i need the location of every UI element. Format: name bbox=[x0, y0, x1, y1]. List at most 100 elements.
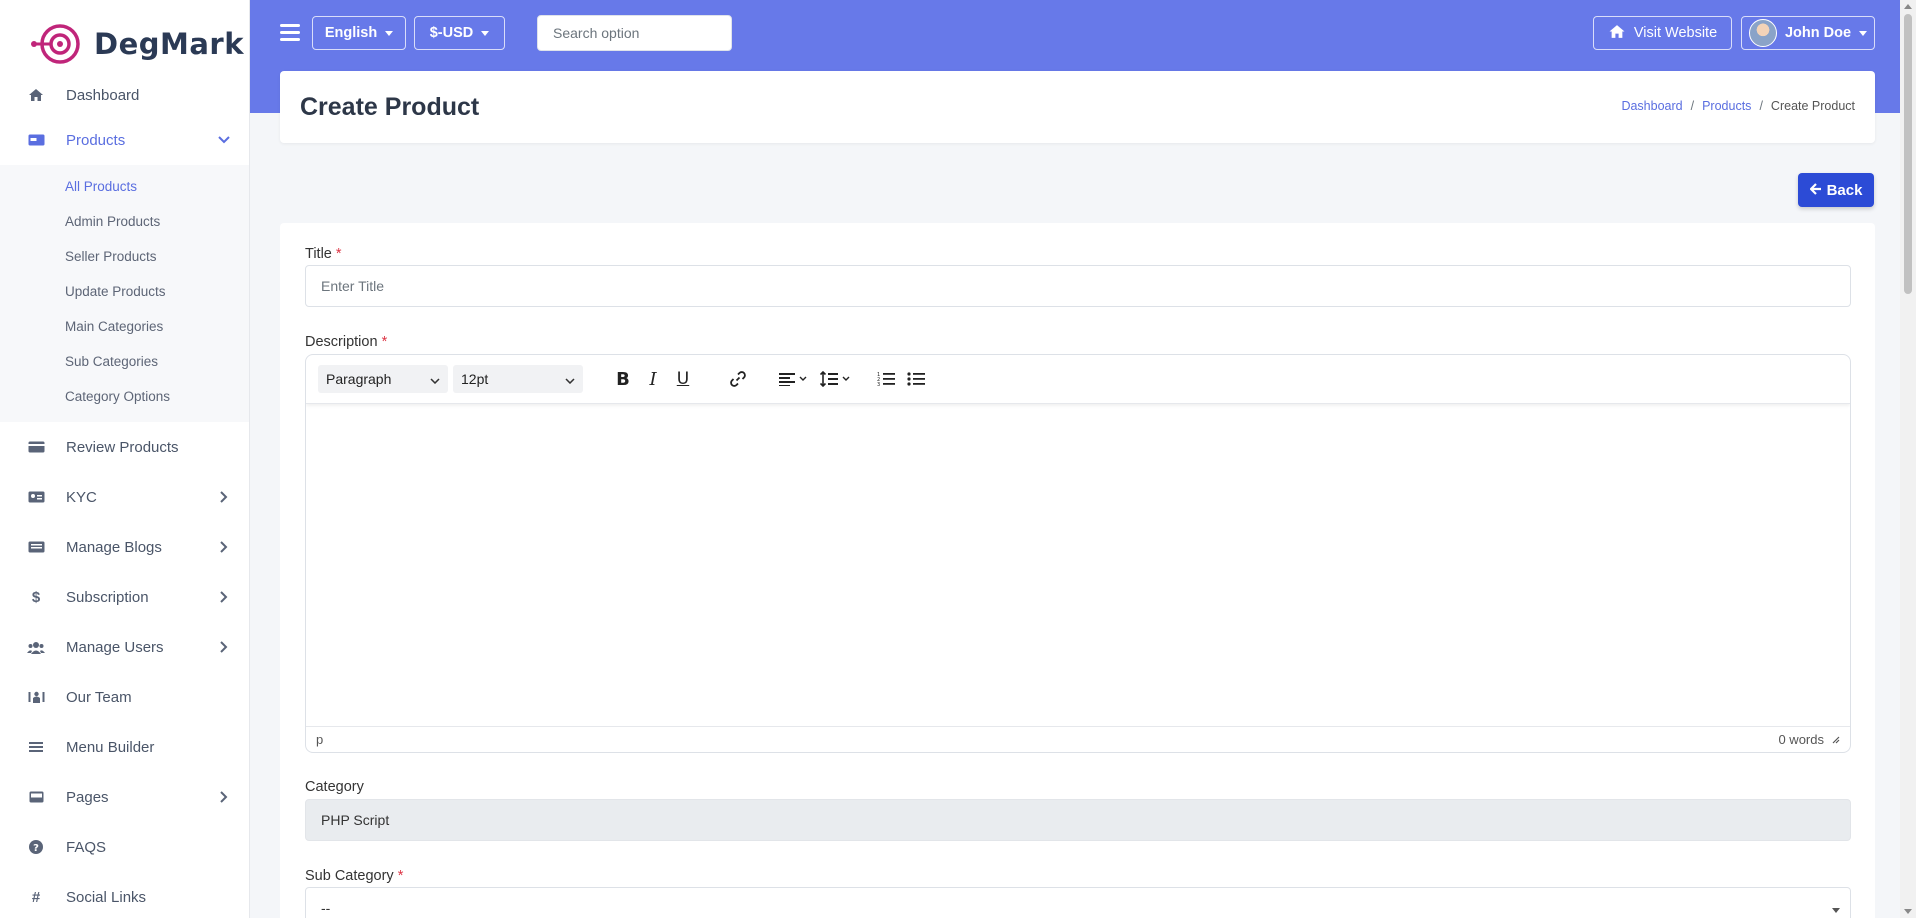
breadcrumb-separator: / bbox=[1690, 99, 1695, 113]
sidebar-item-manage-users[interactable]: Manage Users bbox=[0, 622, 249, 672]
question-icon: ? bbox=[26, 837, 46, 857]
brand-mark-icon bbox=[31, 24, 80, 64]
subcategory-value: -- bbox=[321, 900, 331, 916]
bullet-list-icon[interactable] bbox=[901, 365, 931, 393]
users-icon bbox=[26, 637, 46, 657]
font-size-select[interactable]: 12pt bbox=[453, 365, 583, 393]
sidebar-item-our-team[interactable]: Our Team bbox=[0, 672, 249, 722]
subcategory-select[interactable]: -- bbox=[305, 887, 1851, 918]
category-label: Category bbox=[305, 779, 364, 795]
title-label: Title * bbox=[305, 246, 342, 262]
caret-down-icon bbox=[1859, 30, 1868, 36]
description-editor: Paragraph 12pt B I U 12 3 p 0 words bbox=[305, 354, 1851, 753]
svg-text:3: 3 bbox=[877, 382, 880, 387]
back-label: Back bbox=[1826, 181, 1863, 199]
sidebar-item-review-products[interactable]: Review Products bbox=[0, 422, 249, 472]
title-input[interactable]: Enter Title bbox=[305, 265, 1851, 307]
editor-statusbar: p 0 words bbox=[306, 726, 1850, 752]
page-header-card: Create Product Dashboard / Products / Cr… bbox=[280, 71, 1875, 143]
back-button[interactable]: Back bbox=[1798, 173, 1874, 207]
italic-icon[interactable]: I bbox=[638, 365, 668, 393]
sidebar-item-kyc[interactable]: KYC bbox=[0, 472, 249, 522]
numbered-list-icon[interactable]: 123 bbox=[871, 365, 901, 393]
search-input[interactable] bbox=[537, 15, 732, 51]
sidebar-item-dashboard[interactable]: Dashboard bbox=[0, 80, 249, 110]
sidebar-item-faqs[interactable]: ? FAQS bbox=[0, 822, 249, 872]
chevron-down-icon bbox=[565, 371, 575, 387]
description-label: Description * bbox=[305, 334, 387, 350]
currency-label: $-USD bbox=[429, 25, 474, 41]
line-height-icon[interactable] bbox=[815, 365, 857, 393]
underline-icon[interactable]: U bbox=[668, 365, 698, 393]
align-left-icon[interactable] bbox=[773, 365, 815, 393]
page-scrollbar[interactable] bbox=[1900, 0, 1916, 918]
brand-logo[interactable]: DegMark bbox=[0, 0, 249, 88]
sidebar-subitem-sub-categories[interactable]: Sub Categories bbox=[0, 344, 249, 379]
block-format-value: Paragraph bbox=[326, 371, 392, 387]
breadcrumb-separator: / bbox=[1759, 99, 1763, 113]
scroll-up-icon[interactable] bbox=[1904, 4, 1912, 9]
breadcrumb-dashboard[interactable]: Dashboard bbox=[1621, 99, 1682, 113]
category-field: PHP Script bbox=[305, 799, 1851, 841]
hash-icon: # bbox=[31, 888, 41, 906]
menu-toggle-icon[interactable] bbox=[280, 20, 300, 44]
caret-down-icon bbox=[481, 30, 490, 36]
home-icon bbox=[1608, 24, 1626, 43]
language-dropdown[interactable]: English bbox=[312, 16, 406, 50]
required-mark: * bbox=[397, 868, 404, 884]
sidebar-item-pages[interactable]: Pages bbox=[0, 772, 249, 822]
resize-handle-icon[interactable] bbox=[1830, 732, 1840, 747]
scroll-down-icon[interactable] bbox=[1904, 909, 1912, 914]
breadcrumb-current: Create Product bbox=[1770, 99, 1855, 113]
scrollbar-thumb[interactable] bbox=[1904, 14, 1912, 294]
chevron-right-icon bbox=[217, 490, 231, 504]
sidebar-subitem-admin-products[interactable]: Admin Products bbox=[0, 204, 249, 239]
word-count[interactable]: 0 words bbox=[1778, 732, 1824, 747]
sidebar-item-products[interactable]: Products bbox=[0, 115, 249, 165]
dollar-icon: $ bbox=[31, 588, 41, 606]
currency-dropdown[interactable]: $-USD bbox=[414, 16, 505, 50]
visit-website-button[interactable]: Visit Website bbox=[1593, 16, 1732, 50]
sidebar-subitem-main-categories[interactable]: Main Categories bbox=[0, 309, 249, 344]
product-form: Title * Enter Title Description * Paragr… bbox=[280, 223, 1875, 918]
sidebar-item-social-links[interactable]: # Social Links bbox=[0, 872, 249, 918]
review-card-icon bbox=[26, 437, 46, 457]
editor-content-area[interactable] bbox=[306, 404, 1850, 724]
title-label-text: Title bbox=[305, 246, 332, 262]
product-card-icon bbox=[26, 130, 46, 150]
chevron-right-icon bbox=[217, 590, 231, 604]
sidebar-item-manage-blogs[interactable]: Manage Blogs bbox=[0, 522, 249, 572]
sidebar-subitem-update-products[interactable]: Update Products bbox=[0, 274, 249, 309]
id-card-icon bbox=[26, 487, 46, 507]
products-submenu: All Products Admin Products Seller Produ… bbox=[0, 165, 249, 422]
sidebar: DegMark Dashboard Products All Products … bbox=[0, 0, 250, 918]
sidebar-item-menu-builder[interactable]: Menu Builder bbox=[0, 722, 249, 772]
sidebar-subitem-category-options[interactable]: Category Options bbox=[0, 379, 249, 414]
chevron-right-icon bbox=[217, 540, 231, 554]
font-size-value: 12pt bbox=[461, 371, 489, 387]
subcategory-label-text: Sub Category bbox=[305, 868, 394, 884]
element-path[interactable]: p bbox=[316, 732, 323, 747]
language-label: English bbox=[324, 25, 378, 41]
description-label-text: Description bbox=[305, 334, 378, 350]
sidebar-item-subscription[interactable]: $ Subscription bbox=[0, 572, 249, 622]
category-value: PHP Script bbox=[321, 812, 390, 828]
subcategory-label: Sub Category * bbox=[305, 868, 403, 884]
brand-name: DegMark bbox=[94, 27, 245, 61]
arrow-left-icon bbox=[1809, 182, 1822, 199]
chevron-down-icon bbox=[430, 371, 440, 387]
chevron-right-icon bbox=[217, 790, 231, 804]
bold-icon[interactable]: B bbox=[608, 365, 638, 393]
sidebar-subitem-all-products[interactable]: All Products bbox=[0, 169, 249, 204]
block-format-select[interactable]: Paragraph bbox=[318, 365, 448, 393]
required-mark: * bbox=[335, 246, 342, 262]
link-icon[interactable] bbox=[723, 365, 753, 393]
caret-down-icon bbox=[1832, 908, 1840, 913]
avatar bbox=[1748, 19, 1777, 47]
page-title: Create Product bbox=[300, 93, 480, 121]
svg-text:?: ? bbox=[33, 843, 39, 854]
breadcrumb-products[interactable]: Products bbox=[1702, 99, 1751, 113]
editor-toolbar: Paragraph 12pt B I U 12 3 bbox=[306, 355, 1850, 404]
user-menu-dropdown[interactable]: John Doe bbox=[1741, 16, 1875, 50]
sidebar-subitem-seller-products[interactable]: Seller Products bbox=[0, 239, 249, 274]
